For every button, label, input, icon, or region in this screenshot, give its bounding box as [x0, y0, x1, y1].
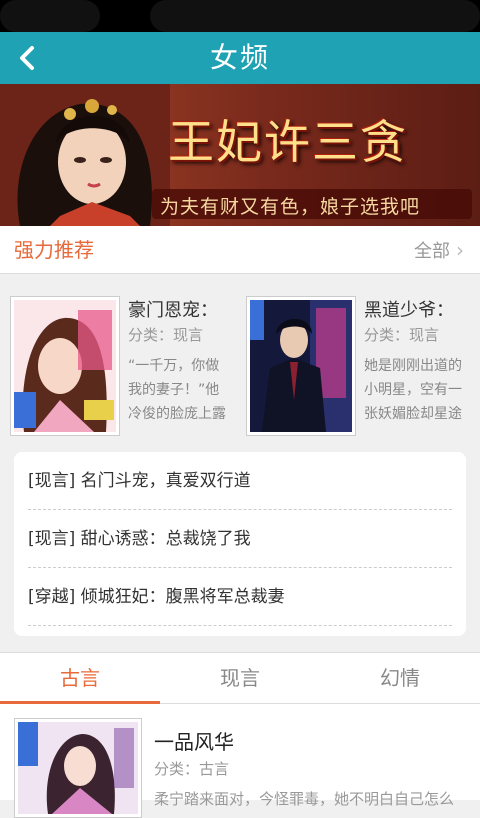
tab-xianyan[interactable]: 现言	[160, 653, 320, 704]
book-excerpt: 她是刚刚出道的小明星，空有一张妖媚脸却星途	[364, 358, 462, 422]
book-title: 一品风华	[154, 730, 234, 754]
title-list: [现言] 名门斗宠，真爱双行道 [现言] 甜心诱惑：总裁饶了我 [穿越] 倾城狂…	[14, 452, 466, 636]
list-item[interactable]: [现言] 名门斗宠，真爱双行道	[28, 452, 452, 510]
book-cover-image	[250, 300, 352, 432]
book-cover-image	[18, 722, 138, 814]
book-cover	[246, 296, 356, 436]
list-item[interactable]: [现言] 甜心诱惑：总裁饶了我	[28, 510, 452, 568]
book-excerpt: “一千万，你做我的妻子！”他冷俊的脸庞上露	[128, 358, 226, 422]
list-item-tag: [现言]	[28, 471, 76, 491]
book-category: 分类：现言	[364, 326, 440, 344]
book-cover	[14, 718, 142, 818]
recommendation-item[interactable]: 黑道少爷： 分类：现言 她是刚刚出道的小明星，空有一张妖媚脸却星途	[236, 288, 466, 438]
promo-banner[interactable]: 王妃许三贪 为夫有财又有色，娘子选我吧	[0, 84, 480, 226]
banner-illustration	[0, 84, 170, 226]
book-cover-image	[14, 300, 116, 432]
tab-guyan[interactable]: 古言	[0, 653, 160, 704]
book-category: 分类：现言	[128, 326, 204, 344]
list-item-title: 倾城狂妃：腹黑将军总裁妻	[80, 587, 285, 607]
recommendation-list: 豪门恩宠： 分类：现言 “一千万，你做我的妻子！”他冷俊的脸庞上露 黑道少爷： …	[0, 288, 480, 438]
banner-headline: 王妃许三贪	[168, 115, 408, 169]
book-category: 分类：古言	[154, 760, 230, 778]
page-title: 女频	[209, 41, 270, 74]
recommendation-item[interactable]: 豪门恩宠： 分类：现言 “一千万，你做我的妻子！”他冷俊的脸庞上露	[0, 288, 230, 438]
view-all-label: 全部	[414, 241, 450, 262]
book-cover	[10, 296, 120, 436]
list-item[interactable]: [穿越] 倾城狂妃：腹黑将军总裁妻	[28, 568, 452, 626]
book-list-item[interactable]: 一品风华 分类：古言 柔宁踏来面对，今怪罪毒，她不明白自己怎么	[0, 704, 480, 818]
list-item-tag: [穿越]	[28, 587, 76, 607]
status-bar-right	[150, 0, 480, 32]
status-bar-left	[0, 0, 100, 32]
list-item-title: 名门斗宠，真爱双行道	[80, 471, 251, 491]
book-excerpt: 柔宁踏来面对，今怪罪毒，她不明白自己怎么	[154, 790, 455, 808]
book-title: 豪门恩宠：	[128, 300, 218, 321]
section-title: 强力推荐	[14, 238, 94, 262]
app-header: 女频	[0, 32, 480, 84]
book-title: 黑道少爷：	[364, 300, 454, 321]
list-item-title: 甜心诱惑：总裁饶了我	[80, 529, 251, 549]
status-bar	[0, 0, 480, 32]
category-tabs: 古言 现言 幻情	[0, 652, 480, 704]
view-all-link[interactable]: 全部 ›	[414, 226, 464, 276]
chevron-right-icon: ›	[456, 238, 464, 262]
section-header: 强力推荐 全部 ›	[0, 226, 480, 274]
list-item-tag: [现言]	[28, 529, 76, 549]
tab-huanqing[interactable]: 幻情	[320, 653, 480, 704]
banner-tagline: 为夫有财又有色，娘子选我吧	[160, 196, 421, 218]
